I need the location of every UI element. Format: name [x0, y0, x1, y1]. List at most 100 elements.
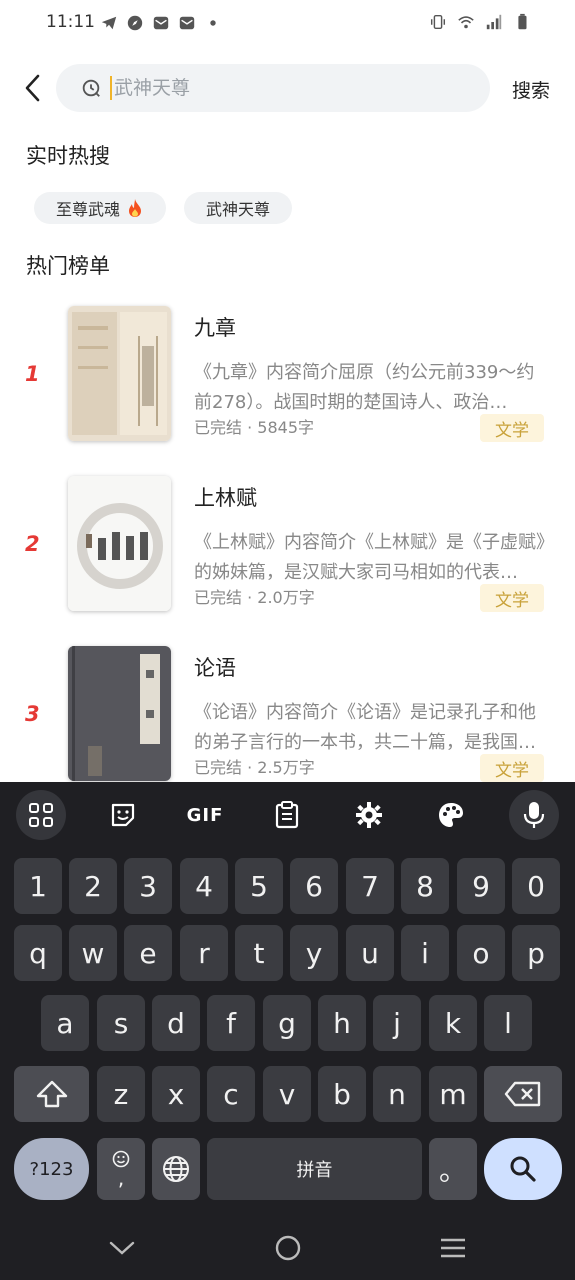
book-cover	[68, 646, 171, 781]
key-1[interactable]: 1	[14, 858, 62, 914]
home-button[interactable]	[268, 1232, 308, 1264]
key-a[interactable]: a	[41, 995, 89, 1051]
category-tag: 文学	[480, 754, 544, 782]
mail-icon	[179, 16, 195, 30]
book-title: 九章	[194, 316, 236, 340]
key-t[interactable]: t	[235, 925, 283, 981]
book-item[interactable]: 1 九章 《九章》内容简介屈原（约公元前339～约前278）。战国时期的楚国诗人…	[0, 306, 575, 446]
key-e[interactable]: e	[124, 925, 172, 981]
key-7[interactable]: 7	[346, 858, 394, 914]
search-enter-key[interactable]	[484, 1138, 562, 1200]
key-l[interactable]: l	[484, 995, 532, 1051]
key-s[interactable]: s	[97, 995, 145, 1051]
key-8[interactable]: 8	[401, 858, 449, 914]
comma-label: ,	[117, 1166, 125, 1190]
key-i[interactable]: i	[401, 925, 449, 981]
key-h[interactable]: h	[318, 995, 366, 1051]
key-5[interactable]: 5	[235, 858, 283, 914]
chevron-left-icon	[25, 74, 40, 102]
home-circle-icon	[275, 1235, 301, 1261]
hide-keyboard-button[interactable]	[102, 1232, 142, 1264]
search-history-icon	[82, 79, 100, 97]
backspace-icon	[504, 1081, 541, 1107]
language-key[interactable]	[152, 1138, 200, 1200]
recents-button[interactable]	[433, 1232, 473, 1264]
book-item[interactable]: 3 论语 《论语》内容简介《论语》是记录孔子和他的弟子言行的一本书，共二十篇，是…	[0, 646, 575, 786]
key-3[interactable]: 3	[124, 858, 172, 914]
key-o[interactable]: o	[457, 925, 505, 981]
gif-label: GIF	[186, 804, 224, 826]
key-0[interactable]: 0	[512, 858, 560, 914]
category-tag: 文学	[480, 584, 544, 612]
key-g[interactable]: g	[263, 995, 311, 1051]
chip-label: 武神天尊	[206, 200, 271, 219]
chip-label: 至尊武魂	[56, 200, 121, 219]
search-button[interactable]: 搜索	[512, 76, 550, 103]
key-u[interactable]: u	[346, 925, 394, 981]
sticker-icon	[111, 803, 135, 827]
period-key[interactable]: 。	[429, 1138, 477, 1200]
key-r[interactable]: r	[180, 925, 228, 981]
book-meta: 已完结 · 2.0万字	[194, 588, 315, 607]
key-6[interactable]: 6	[290, 858, 338, 914]
space-key[interactable]: 拼音	[207, 1138, 422, 1200]
key-x[interactable]: x	[152, 1066, 200, 1122]
word-count: 2.5万字	[257, 758, 315, 777]
key-4[interactable]: 4	[180, 858, 228, 914]
clipboard-button[interactable]	[262, 790, 312, 840]
rank-number: 3	[25, 702, 40, 726]
hot-search-chip[interactable]: 武神天尊	[184, 192, 293, 224]
book-item[interactable]: 2 上林赋 《上林赋》内容简介《上林赋》是《子虚赋》的姊妹篇，是汉赋大家司马相如…	[0, 476, 575, 616]
book-title: 上林赋	[194, 486, 257, 510]
settings-button[interactable]	[344, 790, 394, 840]
key-k[interactable]: k	[429, 995, 477, 1051]
key-b[interactable]: b	[318, 1066, 366, 1122]
key-n[interactable]: n	[373, 1066, 421, 1122]
globe-icon	[163, 1156, 189, 1182]
telegram-icon	[101, 16, 117, 30]
gif-button[interactable]: GIF	[180, 790, 230, 840]
key-m[interactable]: m	[429, 1066, 477, 1122]
book-status: 已完结	[194, 758, 243, 777]
key-9[interactable]: 9	[457, 858, 505, 914]
status-bar: 11:11	[0, 0, 575, 48]
voice-input-button[interactable]	[509, 790, 559, 840]
key-j[interactable]: j	[373, 995, 421, 1051]
hot-search-title: 实时热搜	[26, 144, 110, 168]
key-f[interactable]: f	[207, 995, 255, 1051]
key-2[interactable]: 2	[69, 858, 117, 914]
back-button[interactable]	[16, 70, 48, 106]
chevron-down-icon	[109, 1241, 135, 1255]
book-title: 论语	[194, 656, 236, 680]
sticker-button[interactable]	[98, 790, 148, 840]
word-count: 2.0万字	[257, 588, 315, 607]
word-count: 5845字	[257, 418, 315, 437]
shift-icon	[36, 1080, 67, 1108]
key-z[interactable]: z	[97, 1066, 145, 1122]
mail-icon	[153, 16, 169, 30]
wifi-icon	[458, 16, 474, 29]
key-q[interactable]: q	[14, 925, 62, 981]
search-input[interactable]	[114, 77, 414, 99]
compass-icon	[127, 15, 143, 31]
hot-search-chips: 至尊武魂 武神天尊	[34, 192, 293, 224]
backspace-key[interactable]	[484, 1066, 562, 1122]
clipboard-icon	[275, 801, 299, 829]
key-d[interactable]: d	[152, 995, 200, 1051]
key-y[interactable]: y	[290, 925, 338, 981]
book-status: 已完结	[194, 588, 243, 607]
emoji-comma-key[interactable]: ,	[97, 1138, 145, 1200]
shift-key[interactable]	[14, 1066, 89, 1122]
key-v[interactable]: v	[263, 1066, 311, 1122]
search-box[interactable]	[56, 64, 490, 112]
hot-search-chip[interactable]: 至尊武魂	[34, 192, 167, 224]
dot-icon	[210, 20, 216, 26]
key-p[interactable]: p	[512, 925, 560, 981]
apps-grid-button[interactable]	[16, 790, 66, 840]
signal-icon	[486, 14, 502, 30]
key-w[interactable]: w	[69, 925, 117, 981]
fire-icon	[129, 199, 142, 217]
symbols-key[interactable]: ?123	[14, 1138, 89, 1200]
theme-button[interactable]	[426, 790, 476, 840]
key-c[interactable]: c	[207, 1066, 255, 1122]
